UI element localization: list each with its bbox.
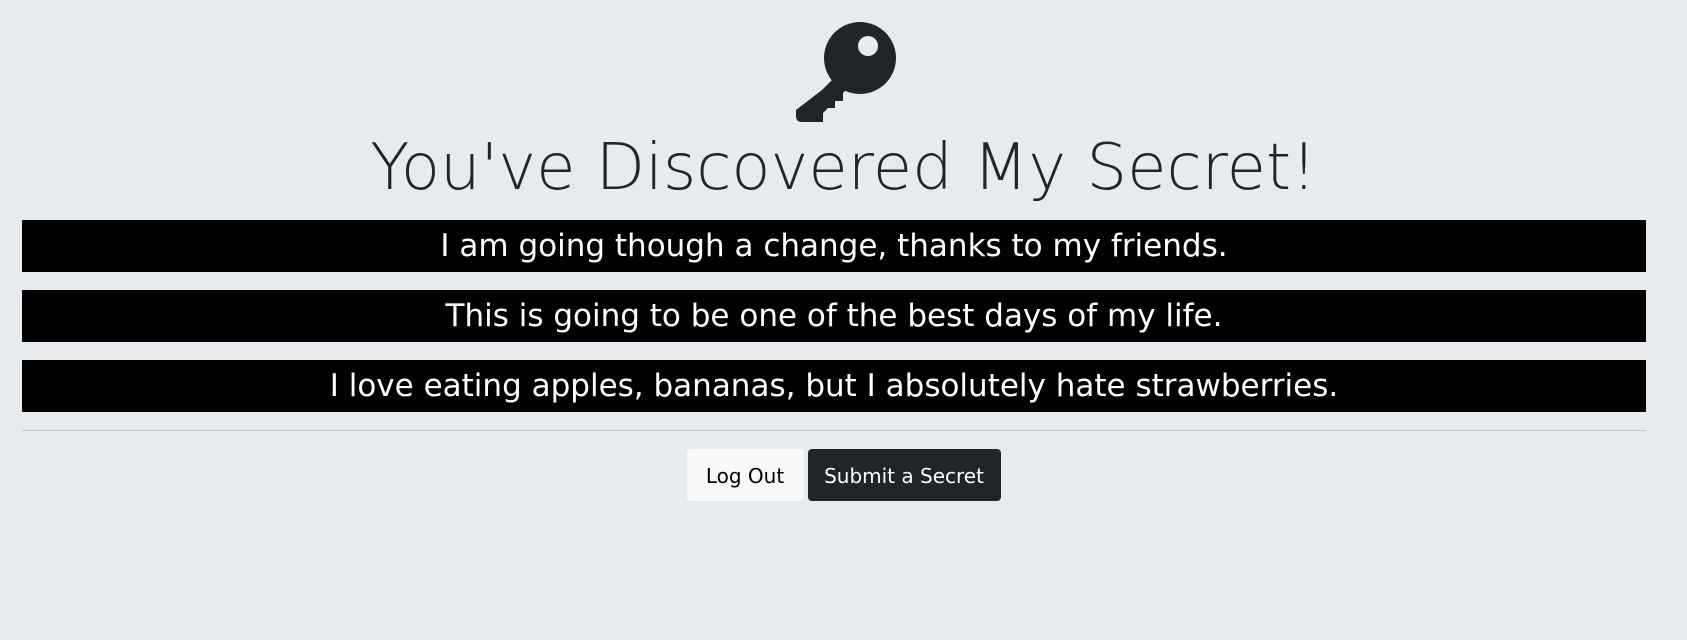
submit-secret-button[interactable]: Submit a Secret [807, 449, 1001, 501]
header-icon-wrap [0, 20, 1687, 132]
secret-item: This is going to be one of the best days… [22, 290, 1646, 342]
secret-item: I am going though a change, thanks to my… [22, 220, 1646, 272]
secret-list: I am going though a change, thanks to my… [22, 220, 1646, 430]
secrets-page: You've Discovered My Secret! I am going … [0, 0, 1687, 640]
action-buttons: Log Out Submit a Secret [0, 449, 1687, 501]
secret-item: I love eating apples, bananas, but I abs… [22, 360, 1646, 412]
divider [22, 430, 1646, 431]
key-icon [795, 22, 896, 122]
page-title: You've Discovered My Secret! [370, 131, 1317, 205]
logout-button[interactable]: Log Out [686, 449, 804, 501]
